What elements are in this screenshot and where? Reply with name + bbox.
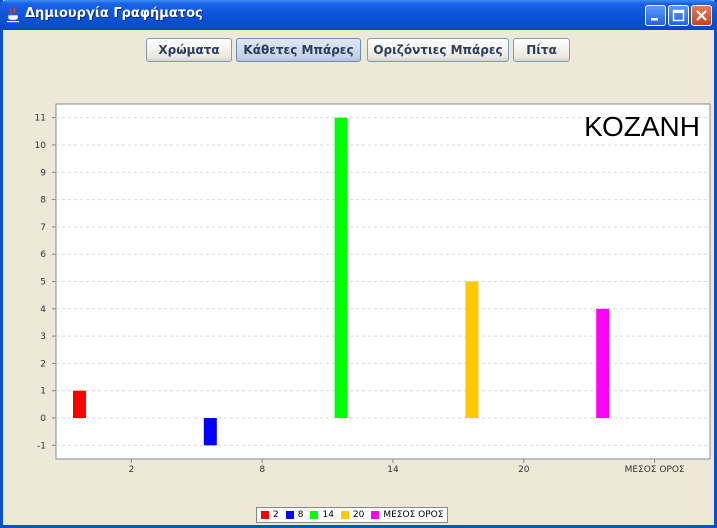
maximize-icon — [672, 9, 685, 22]
y-tick-label: 0 — [40, 414, 46, 424]
colors-button[interactable]: Χρώματα — [146, 38, 232, 62]
legend-label: 2 — [273, 510, 279, 520]
bar — [73, 390, 87, 419]
x-tick-label: 14 — [387, 465, 399, 475]
y-tick-label: 11 — [35, 114, 46, 124]
chart-type-toolbar: Χρώματα Κάθετες Μπάρες Οριζόντιες Μπάρες… — [3, 30, 714, 70]
y-tick-label: -1 — [37, 441, 46, 451]
legend-label: ΜΕΣΟΣ ΟΡΟΣ — [383, 510, 444, 520]
legend-swatch — [340, 511, 349, 519]
legend-item: ΜΕΣΟΣ ΟΡΟΣ — [371, 510, 443, 520]
close-button[interactable] — [691, 5, 712, 26]
vertical-bars-button[interactable]: Κάθετες Μπάρες — [236, 38, 361, 62]
legend-label: 20 — [352, 510, 365, 520]
legend-label: 14 — [322, 510, 334, 520]
y-tick-label: 3 — [40, 332, 46, 342]
y-tick-label: 6 — [40, 250, 46, 260]
y-tick-label: 10 — [35, 141, 47, 151]
x-tick-label: 20 — [518, 465, 530, 475]
bar-chart: -1 0 1 2 3 4 5 6 7 8 9 10 11 2 8 14 20 ΜΕΣΟΣ ΟΡΟΣ ΚΟΖΑΝΗ — [35, 103, 711, 475]
chart-legend: 2 8 14 20 ΜΕΣΟΣ ΟΡΟΣ — [256, 507, 449, 523]
y-tick-label: 7 — [40, 223, 46, 233]
y-tick-label: 2 — [40, 359, 46, 369]
y-tick-label: 8 — [40, 196, 46, 206]
bar — [334, 117, 348, 419]
pie-button[interactable]: Πίτα — [513, 38, 570, 62]
x-axis-ticks: 2 8 14 20 ΜΕΣΟΣ ΟΡΟΣ — [129, 459, 685, 475]
window-title: Δημιουργία Γραφήματος — [25, 6, 203, 21]
legend-swatch — [285, 511, 294, 519]
chart-panel: -1 0 1 2 3 4 5 6 7 8 9 10 11 2 8 14 20 ΜΕΣΟΣ ΟΡΟΣ ΚΟΖΑΝΗ… — [3, 70, 714, 525]
chart-window: Δημιουργία Γραφήματος Χρώματα Κάθετες Μπ… — [0, 0, 717, 528]
legend-item: 20 — [340, 510, 365, 520]
minimize-button[interactable] — [645, 5, 666, 26]
y-tick-label: 5 — [40, 278, 46, 288]
y-tick-label: 4 — [40, 305, 46, 315]
x-tick-label: 2 — [129, 465, 135, 475]
legend-item: 2 — [261, 510, 279, 520]
y-tick-label: 1 — [40, 387, 46, 397]
minimize-icon — [651, 18, 658, 21]
maximize-button[interactable] — [668, 5, 689, 26]
title-bar[interactable]: Δημιουργία Γραφήματος — [0, 0, 717, 30]
bar — [465, 281, 479, 419]
java-cup-icon — [7, 7, 19, 23]
horizontal-bars-button[interactable]: Οριζόντιες Μπάρες — [367, 38, 509, 62]
x-tick-label: 8 — [259, 465, 265, 475]
legend-item: 8 — [285, 510, 304, 520]
legend-item: 14 — [310, 510, 334, 520]
legend-swatch — [261, 511, 269, 519]
y-axis-ticks: -1 0 1 2 3 4 5 6 7 8 9 10 11 — [35, 114, 56, 451]
bar — [596, 308, 610, 419]
bar — [203, 418, 217, 446]
legend-swatch — [371, 511, 380, 519]
legend-swatch — [310, 511, 319, 519]
chart-title: ΚΟΖΑΝΗ — [584, 111, 700, 142]
legend-label: 8 — [297, 510, 304, 520]
close-icon — [696, 10, 707, 21]
x-tick-label: ΜΕΣΟΣ ΟΡΟΣ — [625, 465, 685, 475]
y-tick-label: 9 — [40, 168, 46, 178]
